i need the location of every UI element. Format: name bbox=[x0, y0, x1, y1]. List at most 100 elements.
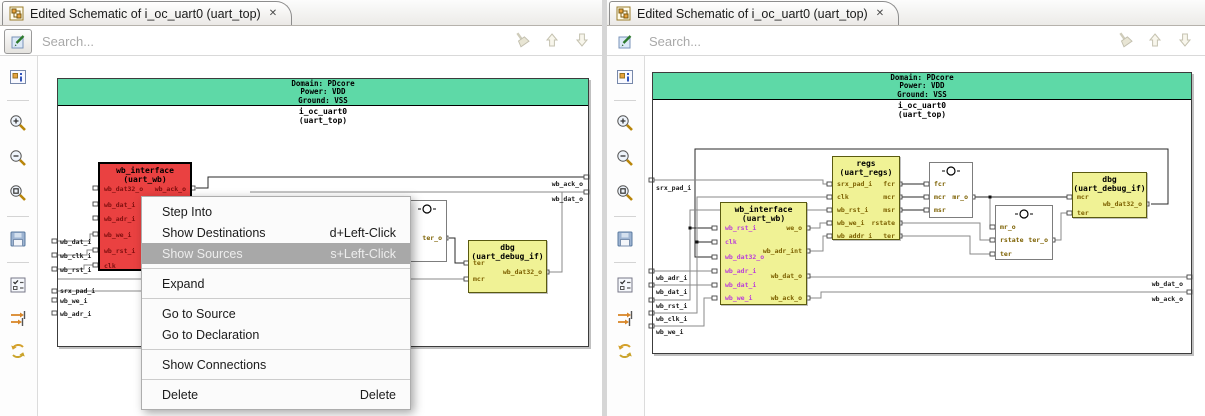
port-label[interactable]: ter bbox=[473, 260, 485, 267]
port-label[interactable]: wb_dat_o bbox=[771, 273, 802, 280]
port-label[interactable]: rstate bbox=[872, 220, 895, 227]
properties-button[interactable] bbox=[611, 64, 639, 90]
save-icon bbox=[617, 231, 633, 247]
tab-close-icon[interactable]: ✕ bbox=[269, 8, 277, 19]
port-label[interactable]: mcr bbox=[934, 194, 946, 201]
menu-item-show-connections[interactable]: Show Connections bbox=[142, 354, 410, 375]
port-label[interactable]: wb_we_i bbox=[725, 295, 752, 302]
port-label[interactable]: wb_rst_i bbox=[725, 225, 756, 232]
block-dbg[interactable]: dbg (uart_debug_if) mcr ter wb_dat32_o bbox=[1072, 172, 1147, 218]
port-label[interactable]: ter_o bbox=[1028, 237, 1048, 244]
port-label[interactable]: mr_o bbox=[1000, 224, 1016, 231]
view-options-button[interactable] bbox=[4, 272, 32, 298]
search-filter-button[interactable] bbox=[4, 29, 32, 54]
port-label[interactable]: rstate bbox=[1000, 237, 1023, 244]
search-filter-button[interactable] bbox=[611, 29, 639, 54]
port-label[interactable]: wb_we_i bbox=[104, 232, 131, 239]
view-options-button[interactable] bbox=[611, 272, 639, 298]
tab-close-icon[interactable]: ✕ bbox=[876, 8, 884, 19]
port-label[interactable]: mcr bbox=[883, 194, 895, 201]
port-label[interactable]: wb_rst_i bbox=[837, 207, 868, 214]
port-label[interactable]: mcr bbox=[473, 276, 485, 283]
zoom-in-icon bbox=[617, 115, 633, 131]
port-label[interactable]: wb_ack_o bbox=[155, 186, 186, 193]
zoom-out-button[interactable] bbox=[611, 145, 639, 171]
block-symbol[interactable]: fcr mcr msr mr_o bbox=[929, 162, 973, 218]
port-label[interactable]: mr_o bbox=[952, 194, 968, 201]
port-label[interactable]: wb_adr_i bbox=[104, 216, 135, 223]
menu-item-go-to-source[interactable]: Go to Source bbox=[142, 303, 410, 324]
zoom-fit-button[interactable] bbox=[611, 180, 639, 206]
port-label[interactable]: wb_rst_i bbox=[104, 248, 135, 255]
zoom-in-button[interactable] bbox=[611, 110, 639, 136]
save-button[interactable] bbox=[611, 226, 639, 252]
menu-item-show-destinations[interactable]: Show Destinations d+Left-Click bbox=[142, 222, 410, 243]
zoom-in-button[interactable] bbox=[4, 110, 32, 136]
port-label[interactable]: msr bbox=[883, 207, 895, 214]
search-tools bbox=[513, 31, 590, 48]
port-label[interactable]: ter_o bbox=[422, 235, 442, 242]
block-regs[interactable]: regs (uart_regs) srx_pad_i clk wb_rst_i … bbox=[832, 156, 900, 240]
search-previous-icon[interactable] bbox=[544, 32, 560, 48]
zoom-out-button[interactable] bbox=[4, 145, 32, 171]
menu-item-expand[interactable]: Expand bbox=[142, 273, 410, 294]
gate-symbol-icon bbox=[418, 204, 436, 214]
search-input[interactable] bbox=[40, 29, 424, 53]
search-next-icon[interactable] bbox=[1177, 32, 1193, 48]
block-symbol[interactable]: ter_o bbox=[407, 200, 447, 262]
port-label[interactable]: clk bbox=[837, 194, 849, 201]
search-next-icon[interactable] bbox=[574, 32, 590, 48]
clear-search-icon[interactable] bbox=[1116, 31, 1133, 48]
menu-item-step-into[interactable]: Step Into bbox=[142, 201, 410, 222]
port-label[interactable]: wb_adr_i bbox=[725, 268, 756, 275]
tab-edited-schematic[interactable]: Edited Schematic of i_oc_uart0 (uart_top… bbox=[609, 1, 900, 25]
port-label[interactable]: wb_dat32_o bbox=[1103, 201, 1142, 208]
block-symbol[interactable]: mr_o rstate ter ter_o bbox=[995, 205, 1053, 260]
menu-item-go-to-declaration[interactable]: Go to Declaration bbox=[142, 324, 410, 345]
port-label[interactable]: wb_dat_i bbox=[104, 202, 135, 209]
port-label[interactable]: we_o bbox=[786, 225, 802, 232]
port-label[interactable]: fcr bbox=[934, 181, 946, 188]
port-label[interactable]: fcr bbox=[883, 181, 895, 188]
schematic-toolbar bbox=[0, 56, 38, 416]
port-label[interactable]: wb_dat32_o bbox=[725, 254, 764, 261]
context-menu: Step Into Show Destinations d+Left-Click … bbox=[141, 196, 411, 410]
port-label[interactable]: msr bbox=[934, 207, 946, 214]
refresh-icon bbox=[11, 344, 25, 358]
search-previous-icon[interactable] bbox=[1147, 32, 1163, 48]
port-label[interactable]: clk bbox=[104, 263, 116, 270]
port-label[interactable]: wb_addr_i bbox=[837, 233, 872, 240]
block-dbg[interactable]: dbg (uart_debug_if) ter mcr wb_dat32_o bbox=[468, 240, 547, 293]
tab-edited-schematic[interactable]: Edited Schematic of i_oc_uart0 (uart_top… bbox=[2, 1, 293, 25]
block-subtitle: (uart_regs) bbox=[839, 168, 893, 177]
schematic-canvas[interactable]: Domain: PDcore Power: VDD Ground: VSS i_… bbox=[38, 56, 602, 416]
port-label[interactable]: srx_pad_i bbox=[837, 181, 872, 188]
properties-button[interactable] bbox=[4, 64, 32, 90]
menu-item-delete[interactable]: Delete Delete bbox=[142, 384, 410, 405]
search-input[interactable] bbox=[647, 29, 1031, 53]
port-label[interactable]: wb_dat32_o bbox=[503, 269, 542, 276]
save-button[interactable] bbox=[4, 226, 32, 252]
block-wb-interface[interactable]: wb_interface (uart_wb) wb_rst_i clk wb_d… bbox=[720, 202, 807, 305]
port-label[interactable]: wb_we_i bbox=[837, 220, 864, 227]
edge-port-label: wb_rst_i bbox=[60, 266, 92, 274]
port-label[interactable]: wb_dat32_o bbox=[104, 186, 143, 193]
port-label[interactable]: wb_dat_i bbox=[725, 282, 756, 289]
toolbar-separator bbox=[614, 216, 636, 217]
port-label[interactable]: wb_adr_int bbox=[763, 248, 802, 255]
menu-item-show-sources[interactable]: Show Sources s+Left-Click bbox=[142, 243, 410, 264]
show-ports-button[interactable] bbox=[611, 305, 639, 331]
port-label[interactable]: wb_ack_o bbox=[771, 295, 802, 302]
port-label[interactable]: ter bbox=[1000, 251, 1012, 258]
show-ports-button[interactable] bbox=[4, 305, 32, 331]
refresh-button[interactable] bbox=[611, 338, 639, 364]
refresh-button[interactable] bbox=[4, 338, 32, 364]
port-label[interactable]: clk bbox=[725, 239, 737, 246]
port-label[interactable]: ter bbox=[1077, 210, 1089, 217]
port-label[interactable]: mcr bbox=[1077, 194, 1089, 201]
zoom-fit-button[interactable] bbox=[4, 180, 32, 206]
block-subtitle: (uart_debug_if) bbox=[1073, 184, 1146, 193]
clear-search-icon[interactable] bbox=[513, 31, 530, 48]
schematic-canvas[interactable]: Domain: PDcore Power: VDD Ground: VSS i_… bbox=[645, 56, 1205, 416]
port-label[interactable]: ter bbox=[883, 233, 895, 240]
